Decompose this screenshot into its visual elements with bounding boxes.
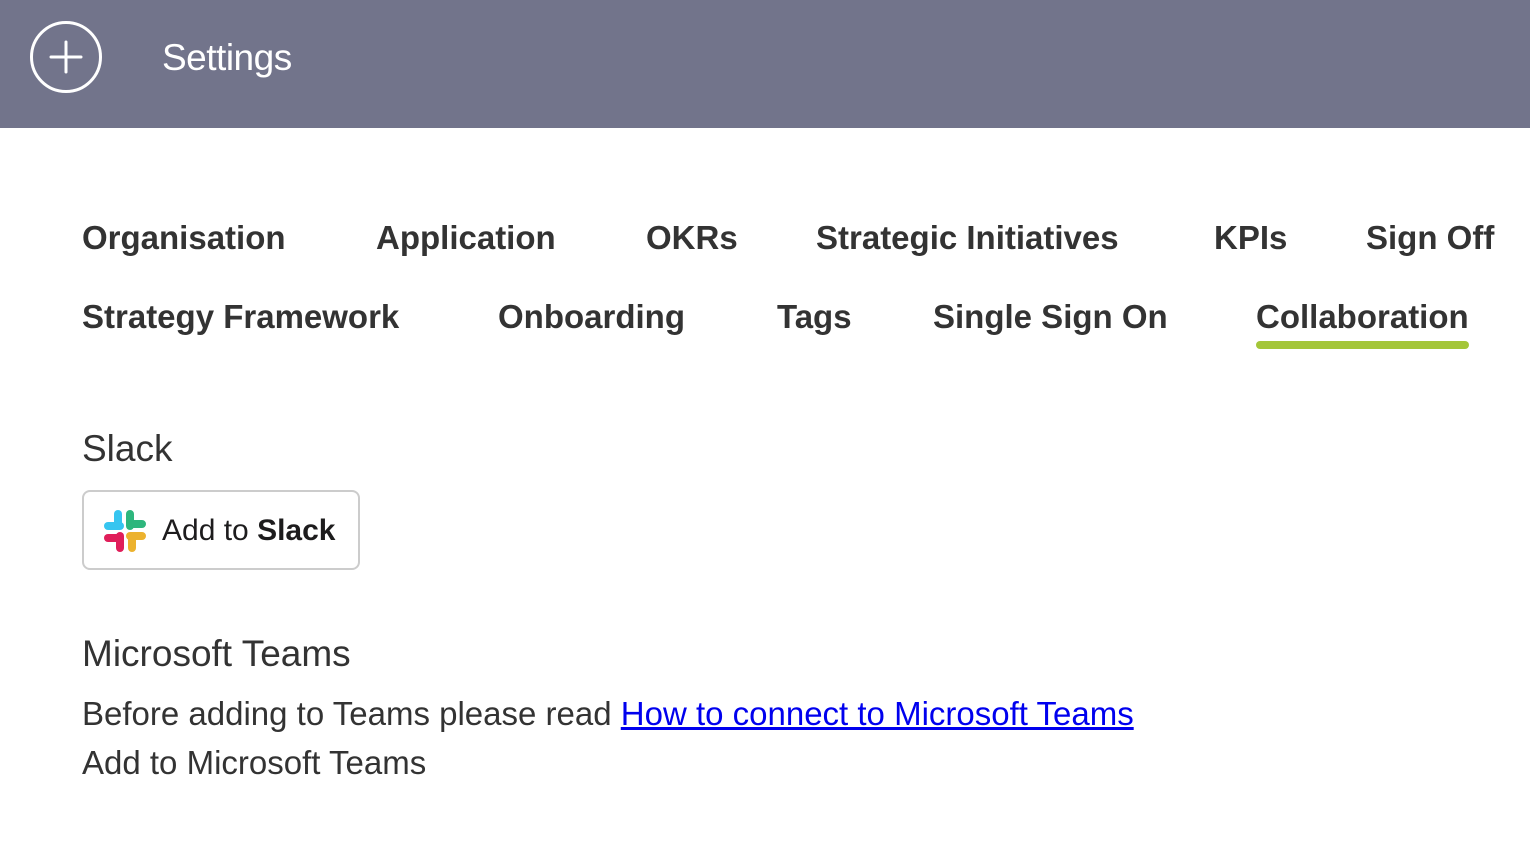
tab-organisation[interactable]: Organisation bbox=[82, 218, 286, 258]
teams-intro: Before adding to Teams please read How t… bbox=[82, 694, 1134, 734]
add-button[interactable] bbox=[30, 21, 102, 93]
slack-brand-text: Slack bbox=[257, 514, 336, 547]
tab-sign-off[interactable]: Sign Off bbox=[1366, 218, 1494, 258]
tab-tags[interactable]: Tags bbox=[777, 297, 852, 337]
tab-application[interactable]: Application bbox=[376, 218, 556, 258]
slack-logo-icon bbox=[104, 510, 146, 552]
top-bar: Settings bbox=[0, 0, 1530, 128]
tab-okrs[interactable]: OKRs bbox=[646, 218, 738, 258]
teams-intro-text: Before adding to Teams please read bbox=[82, 695, 612, 732]
add-to-slack-button[interactable]: Add to Slack bbox=[82, 490, 360, 570]
tab-strategic-initiatives[interactable]: Strategic Initiatives bbox=[816, 218, 1119, 258]
plus-circle-icon bbox=[49, 40, 83, 74]
tab-onboarding[interactable]: Onboarding bbox=[498, 297, 685, 337]
page-title: Settings bbox=[162, 37, 292, 78]
add-to-slack-label: Add to Slack bbox=[162, 512, 335, 550]
slack-heading: Slack bbox=[82, 428, 173, 469]
tab-collaboration[interactable]: Collaboration bbox=[1256, 297, 1469, 349]
add-to-slack-prefix: Add to bbox=[162, 514, 249, 547]
tab-kpis[interactable]: KPIs bbox=[1214, 218, 1287, 258]
add-to-teams[interactable]: Add to Microsoft Teams bbox=[82, 743, 426, 783]
tab-single-sign-on[interactable]: Single Sign On bbox=[933, 297, 1168, 337]
teams-heading: Microsoft Teams bbox=[82, 633, 351, 674]
teams-help-link[interactable]: How to connect to Microsoft Teams bbox=[621, 695, 1134, 732]
tab-strategy-framework[interactable]: Strategy Framework bbox=[82, 297, 399, 337]
